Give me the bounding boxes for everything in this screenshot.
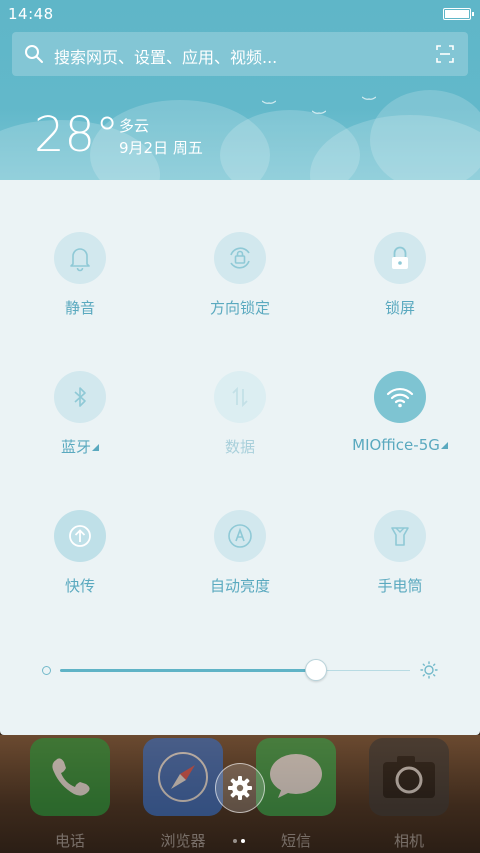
gear-icon xyxy=(228,776,252,800)
rotation-lock-icon xyxy=(230,247,250,269)
bell-icon xyxy=(70,248,90,272)
bird-icon xyxy=(262,100,276,104)
toggle-lock-screen[interactable]: 锁屏 xyxy=(320,180,480,320)
search-placeholder[interactable]: 搜索网页、设置、应用、视频... xyxy=(54,44,277,68)
app-label-browser: 浏览器 xyxy=(160,832,206,850)
toggle-wifi[interactable]: MIOffice-5G xyxy=(320,319,480,459)
app-label-phone: 电话 xyxy=(54,832,85,850)
brightness-thumb[interactable] xyxy=(304,659,327,681)
page-dot xyxy=(233,839,237,843)
page-dot-active xyxy=(241,839,245,843)
page-indicator xyxy=(233,828,249,847)
weather-header: 14:48 搜索网页、设置、应用、视频... 28° 多云 9月2日 周五 xyxy=(0,0,480,180)
bird-icon xyxy=(312,110,326,114)
app-camera[interactable] xyxy=(369,738,449,816)
settings-button[interactable] xyxy=(215,763,265,813)
toggle-label: 蓝牙 xyxy=(60,438,91,456)
status-bar: 14:48 xyxy=(0,0,480,28)
weather-date: 9月2日 周五 xyxy=(119,139,203,157)
toggle-quick-share[interactable]: 快传 xyxy=(0,458,160,598)
toggle-flashlight[interactable]: 手电筒 xyxy=(320,458,480,598)
app-messages[interactable] xyxy=(256,738,336,816)
search-icon xyxy=(25,45,43,63)
menu-triangle-icon xyxy=(92,444,99,451)
toggle-bluetooth[interactable]: 蓝牙 xyxy=(0,319,160,459)
temperature: 28° xyxy=(34,107,120,163)
app-label-camera: 相机 xyxy=(393,832,424,850)
home-dock: 电话 浏览器 短信 相机 xyxy=(0,735,480,853)
app-phone[interactable] xyxy=(30,738,110,816)
toggle-mobile-data[interactable]: 数据 xyxy=(160,319,320,459)
mobile-data-icon xyxy=(232,386,248,408)
lock-icon xyxy=(392,246,408,269)
toggle-mute[interactable]: 静音 xyxy=(0,180,160,320)
brightness-fill xyxy=(60,669,316,672)
phone-icon xyxy=(52,758,90,796)
toggle-label: 方向锁定 xyxy=(209,299,270,317)
app-label-messages: 短信 xyxy=(280,832,311,850)
auto-brightness-icon xyxy=(228,524,252,548)
app-browser[interactable] xyxy=(143,738,223,816)
toggle-label: MIOffice-5G xyxy=(352,436,440,454)
toggle-label: 快传 xyxy=(64,577,95,595)
status-time: 14:48 xyxy=(8,5,54,23)
camera-icon xyxy=(383,756,435,798)
bird-icon xyxy=(362,96,376,100)
toggle-label: 手电筒 xyxy=(377,577,423,595)
scan-icon[interactable] xyxy=(436,45,454,63)
toggle-rotation-lock[interactable]: 方向锁定 xyxy=(160,180,320,320)
toggle-label: 数据 xyxy=(224,438,255,456)
brightness-high-icon xyxy=(420,661,438,679)
brightness-slider[interactable] xyxy=(0,650,480,690)
brightness-low-icon xyxy=(42,666,51,675)
share-icon xyxy=(69,525,91,547)
toggle-label: 锁屏 xyxy=(384,299,415,317)
flashlight-icon xyxy=(391,527,409,546)
toggle-label: 自动亮度 xyxy=(209,577,270,595)
message-icon xyxy=(270,754,322,798)
compass-icon xyxy=(158,752,208,802)
menu-triangle-icon xyxy=(440,442,448,449)
battery-icon xyxy=(443,8,474,20)
quick-settings-panel: 静音 方向锁定 锁屏 蓝牙 数据 MIOffice-5G 快传 自动亮度 手电筒 xyxy=(0,180,480,735)
weather-condition: 多云 xyxy=(119,117,150,135)
bluetooth-icon xyxy=(74,387,86,407)
search-bar[interactable]: 搜索网页、设置、应用、视频... xyxy=(12,32,468,76)
wifi-icon xyxy=(386,387,414,408)
toggle-auto-brightness[interactable]: 自动亮度 xyxy=(160,458,320,598)
toggle-label: 静音 xyxy=(64,299,95,317)
